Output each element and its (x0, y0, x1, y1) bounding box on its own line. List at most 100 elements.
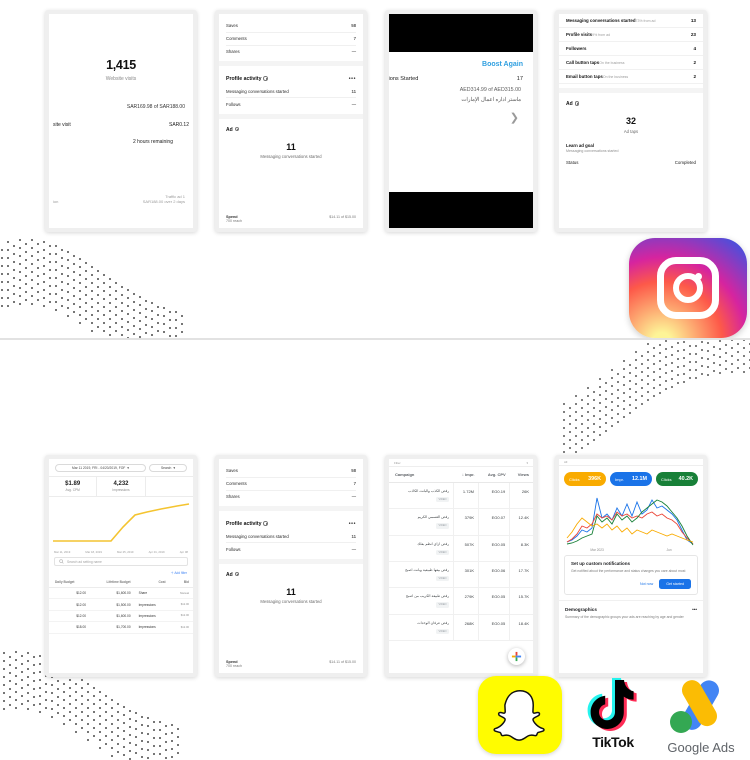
chevron-right-icon[interactable]: ❯ (389, 103, 533, 124)
boost-again-button[interactable]: Boost Again (389, 52, 533, 68)
not-now-button[interactable]: Not now (640, 582, 653, 586)
cell-campaign-name[interactable]: رفض طبيعة الكريب من اصبح VIDEO (389, 587, 455, 615)
add-filter-button[interactable]: ＋ Add filter (49, 570, 193, 577)
cell-avg-cpv: EG0.05 (478, 535, 511, 563)
info-icon[interactable] (263, 521, 268, 526)
card-analytics-overview[interactable]: All Clicks 396K Impr. 12.1M Clicks 40.2K (555, 455, 707, 677)
promo-title: Set up custom notifications (571, 561, 631, 566)
cell-cost: Impressions (134, 598, 170, 611)
table-row[interactable]: رفض طبيعة الكريب من اصبح VIDEO 279K EG0.0… (389, 587, 533, 615)
info-icon[interactable] (574, 101, 580, 106)
overflow-menu-icon[interactable]: ••• (349, 521, 356, 527)
metric-pill-clicks[interactable]: Clicks 396K (564, 472, 606, 486)
stat-row: Saves 58 (226, 465, 356, 478)
card-profile-activity-2[interactable]: Saves 58 Comments 7 Shares — Profile act… (215, 455, 367, 677)
cell-campaign-name[interactable]: رفض ازاي انظم بفلك VIDEO (389, 535, 455, 563)
table-row[interactable]: $18.00 $1,700.00 Impressions $12.00 (49, 621, 193, 634)
cell-daily-budget: $12.00 (49, 587, 90, 600)
get-started-button[interactable]: Get started (659, 579, 691, 590)
search-selector[interactable]: Search ▾ (149, 464, 187, 472)
stat-label: Comments (226, 36, 247, 42)
info-icon[interactable] (234, 572, 240, 577)
card-google-ads-overview[interactable]: Mar 11 2019, FRI - 04/20/2019, FOF ▾ Sear… (45, 455, 197, 677)
search-icon (59, 559, 64, 564)
stat-tile[interactable]: 4,232 Impressions (97, 477, 146, 496)
column-header[interactable]: Lifetime Budget (89, 577, 135, 588)
metric-pill-conversions[interactable]: Clicks 40.2K (656, 472, 698, 486)
column-header-cpv[interactable]: Avg. CPV (478, 467, 510, 483)
campaign-toolbar[interactable]: Filter ▾ (389, 459, 533, 467)
column-header-campaign[interactable]: Campaign (389, 467, 454, 483)
activity-value: — (351, 546, 356, 552)
column-header[interactable]: Daily Budget (49, 577, 90, 588)
conversations-label: sations Started (389, 76, 419, 82)
card-profile-activity[interactable]: Saves 58 Comments 7 Shares — Profile act… (215, 10, 367, 232)
pill-value: 396K (588, 476, 601, 482)
ad-goal-sub: Messaging conversations started (566, 148, 619, 153)
section-divider (219, 61, 363, 67)
pill-label: Clicks (661, 476, 672, 482)
overflow-menu-icon[interactable]: ••• (692, 607, 697, 612)
table-header-row: Daily Budget Lifetime Budget Cost Bid (49, 577, 193, 588)
toolbar-label: All (564, 460, 568, 464)
cell-impressions: 1.72M (453, 482, 480, 510)
search-input[interactable]: Search ad setting name (54, 557, 188, 566)
cell-campaign-name[interactable]: رفض بيعها طبيعية وبانت اصبح VIDEO (389, 561, 455, 589)
stat-value: — (351, 493, 356, 499)
analytics-toolbar[interactable]: All (559, 459, 703, 466)
card-campaign-table[interactable]: Filter ▾ Campaign ↓ Impr. Avg. CPV Views… (385, 455, 537, 677)
status-row: Status Completed (559, 160, 703, 165)
column-header-views[interactable]: Views (509, 467, 533, 483)
card-website-visits[interactable]: 1,415 Website visits SAR169.98 of SAR188… (45, 10, 197, 232)
budget-table: Daily Budget Lifetime Budget Cost Bid $1… (49, 577, 193, 634)
table-row[interactable]: $12.00 $1,600.00 Impressions $12.00 (49, 610, 193, 623)
insight-row: Email button tapsOn the business 2 (559, 70, 703, 84)
insight-value: 23 (690, 32, 696, 37)
promo-description: Get notified about the performance and s… (571, 568, 686, 573)
ad-metric-value: 11 (286, 586, 296, 597)
ad-section-title: Ad (226, 572, 356, 578)
table-row[interactable]: رفض الكذب والبانت الكاذب VIDEO 1.72M EG0.… (389, 482, 533, 510)
demographics-description: Summary of the demographic groups your a… (565, 615, 684, 620)
column-header[interactable]: Cost (134, 577, 170, 588)
overflow-menu-icon[interactable]: ••• (349, 76, 356, 82)
info-icon[interactable] (234, 127, 240, 132)
stat-tile-empty[interactable] (146, 477, 193, 496)
ad-spend-value: $14.11 of $15.00 (329, 215, 356, 219)
insight-title: Messaging conversations started (566, 18, 636, 23)
stat-value: — (351, 48, 356, 54)
table-row[interactable]: رفض عرفان الوحدات VIDEO 268K EG0.05 18.4K (389, 614, 533, 642)
table-row[interactable]: $12.00 $1,600.00 Share Manual (49, 587, 193, 600)
metric-pill-impressions[interactable]: Impr. 12.1M (610, 472, 652, 486)
cell-daily-budget: $18.00 (49, 621, 90, 634)
insight-value: 13 (690, 18, 696, 23)
cell-campaign-name[interactable]: رفض عرفان الوحدات VIDEO (389, 614, 455, 642)
table-row[interactable]: رفض ازاي انظم بفلك VIDEO 507K EG0.05 8.3K (389, 535, 533, 563)
table-row[interactable]: رفض القسمي الكريم VIDEO 379K EG0.07 12.4K (389, 508, 533, 536)
google-ads-wordmark: Google Ads (667, 740, 735, 755)
chevron-down-icon[interactable]: ▾ (526, 461, 528, 465)
cell-bid: $12.00 (169, 610, 193, 623)
info-icon[interactable] (263, 76, 268, 81)
column-header-impr[interactable]: ↓ Impr. (453, 467, 479, 483)
add-campaign-button[interactable] (508, 648, 525, 665)
ad-section-title: Ad (226, 127, 356, 133)
ad-taps-label: Ad taps (623, 128, 639, 134)
cell-campaign-name[interactable]: رفض الكذب والبانت الكاذب VIDEO (389, 482, 455, 510)
insight-sub: 9% from ad (592, 33, 611, 37)
cell-cost: Impressions (134, 621, 170, 634)
card-boost-again[interactable]: Boost Again sations Started 17 AED314.99… (385, 10, 537, 232)
insight-rows: Messaging conversations started73% from … (559, 14, 703, 84)
campaign-type-chip: VIDEO (436, 628, 450, 635)
x-tick: Mar 25, 2019 (116, 550, 134, 554)
table-row[interactable]: $12.00 $1,500.00 Impressions $12.00 (49, 598, 193, 611)
section-title: Profile activity (226, 76, 262, 83)
ad-taps-value: 32 (625, 116, 636, 126)
cell-campaign-name[interactable]: رفض القسمي الكريم VIDEO (389, 508, 455, 536)
card-ad-insights[interactable]: Messaging conversations started73% from … (555, 10, 707, 232)
column-header[interactable]: Bid (169, 577, 193, 588)
pill-label: Impr. (615, 476, 624, 482)
date-range-selector[interactable]: Mar 11 2019, FRI - 04/20/2019, FOF ▾ (55, 464, 146, 472)
stat-tile[interactable]: $1.89 Avg. CPM (49, 477, 98, 496)
table-row[interactable]: رفض بيعها طبيعية وبانت اصبح VIDEO 301K EG… (389, 561, 533, 589)
